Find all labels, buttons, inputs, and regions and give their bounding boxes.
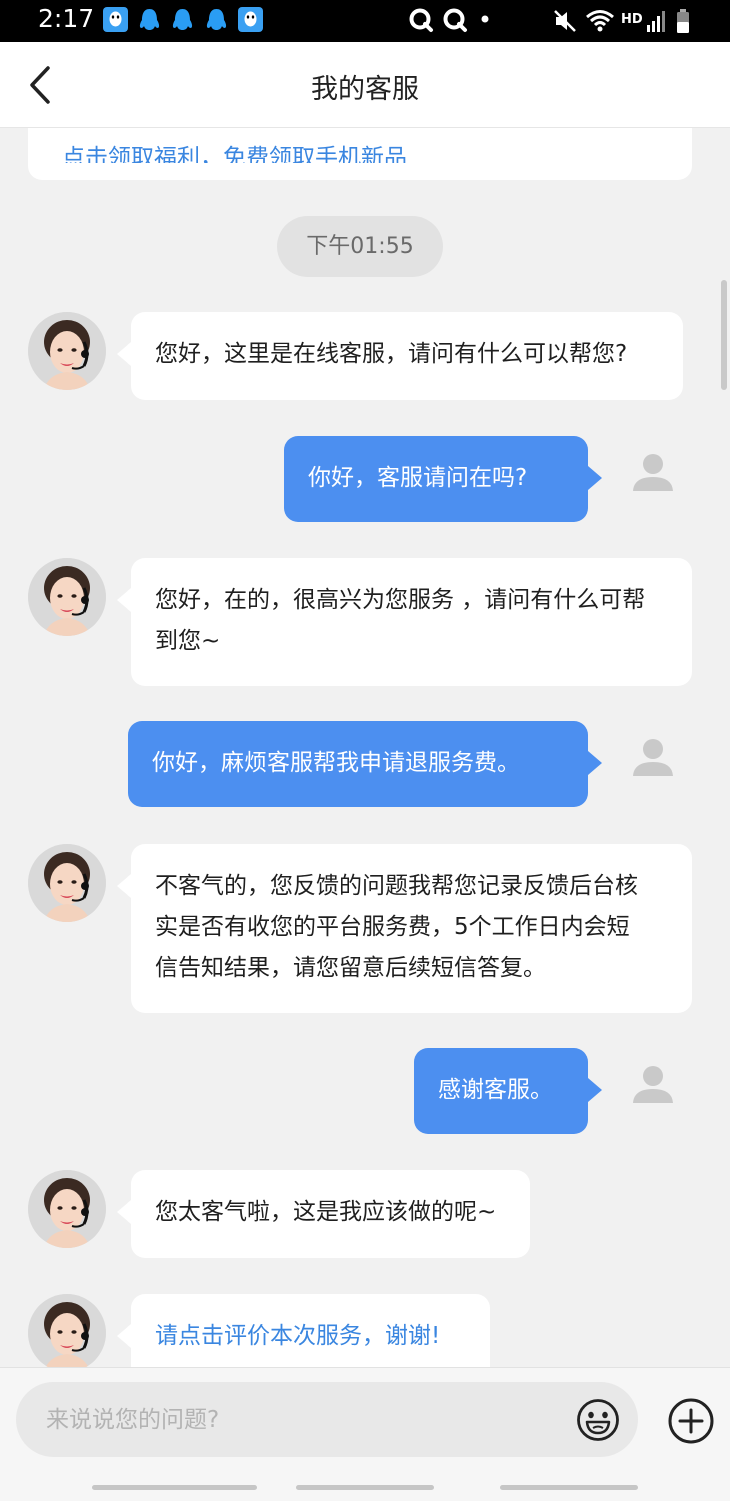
user-avatar-icon[interactable]	[628, 732, 678, 782]
message-text-line: 信告知结果，请您留意后续短信答复。	[155, 955, 546, 981]
message-bubble-agent: 您好，这里是在线客服，请问有什么可以帮您?	[117, 312, 683, 400]
qq-app-icon	[238, 7, 263, 32]
gesture-hint-left	[92, 1485, 257, 1490]
agent-avatar[interactable]	[28, 844, 106, 922]
message-text: 您太客气啦，这是我应该做的呢~	[155, 1199, 497, 1225]
message-text-line: 您好，在的，很高兴为您服务 ，请问有什么可帮	[155, 587, 646, 613]
qq-app-icon	[103, 7, 128, 32]
scrollbar[interactable]	[721, 280, 727, 390]
message-input[interactable]	[16, 1382, 638, 1457]
qq-penguin-icon	[139, 9, 160, 30]
qq-penguin-icon	[172, 9, 193, 30]
promo-card-text: 点击领取福利，免费领取手机新品	[62, 145, 407, 171]
gesture-hint-right	[500, 1485, 638, 1490]
agent-avatar[interactable]	[28, 558, 106, 636]
message-bubble-agent: 请点击评价本次服务，谢谢!	[117, 1294, 490, 1367]
user-avatar-icon[interactable]	[628, 447, 678, 497]
agent-avatar[interactable]	[28, 1170, 106, 1248]
mute-icon	[554, 10, 576, 32]
agent-avatar[interactable]	[28, 312, 106, 390]
message-text: 你好，客服请问在吗?	[308, 465, 528, 491]
user-avatar-icon[interactable]	[628, 1059, 678, 1109]
message-text: 你好，麻烦客服帮我申请退服务费。	[152, 750, 520, 776]
input-bar	[0, 1367, 730, 1501]
message-text: 您好，这里是在线客服，请问有什么可以帮您?	[155, 341, 628, 367]
nav-bar: 我的客服	[0, 42, 730, 128]
message-bubble-agent: 不客气的，您反馈的问题我帮您记录反馈后台核 实是否有收您的平台服务费，5个工作日…	[117, 844, 692, 1013]
message-text-line: 不客气的，您反馈的问题我帮您记录反馈后台核	[155, 873, 638, 899]
plus-circle-icon[interactable]	[667, 1397, 715, 1445]
hd-badge: HD	[621, 12, 643, 27]
message-text: 感谢客服。	[438, 1077, 553, 1103]
promo-card[interactable]: 点击领取福利，免费领取手机新品	[28, 127, 692, 180]
message-text-line: 到您~	[155, 628, 221, 654]
dot-icon	[481, 15, 489, 23]
timestamp: 下午01:55	[277, 216, 443, 277]
message-bubble-user: 你好，客服请问在吗?	[284, 436, 602, 522]
message-text-line: 实是否有收您的平台服务费，5个工作日内会短	[155, 914, 630, 940]
rate-service-link[interactable]: 请点击评价本次服务，谢谢!	[155, 1316, 490, 1357]
message-bubble-agent: 您好，在的，很高兴为您服务 ，请问有什么可帮 到您~	[117, 558, 692, 686]
wifi-icon	[586, 10, 614, 32]
signal-icon	[647, 11, 665, 32]
status-bar: 2:17 HD	[0, 0, 730, 42]
qq-penguin-icon	[206, 9, 227, 30]
message-bubble-user: 感谢客服。	[414, 1048, 602, 1134]
gesture-hint-center	[296, 1485, 434, 1490]
message-bubble-user: 你好，麻烦客服帮我申请退服务费。	[128, 721, 602, 807]
chat-area[interactable]: 点击领取福利，免费领取手机新品 下午01:55 您好，这里是在线客服，请问有什么…	[0, 127, 730, 1367]
status-time: 2:17	[38, 4, 95, 33]
battery-icon	[677, 9, 689, 33]
emoji-face-icon[interactable]	[575, 1397, 621, 1443]
message-bubble-agent: 您太客气啦，这是我应该做的呢~	[117, 1170, 530, 1258]
search-q-icon	[409, 8, 433, 32]
search-q-icon	[443, 8, 467, 32]
page-title: 我的客服	[311, 74, 419, 105]
agent-avatar[interactable]	[28, 1294, 106, 1367]
